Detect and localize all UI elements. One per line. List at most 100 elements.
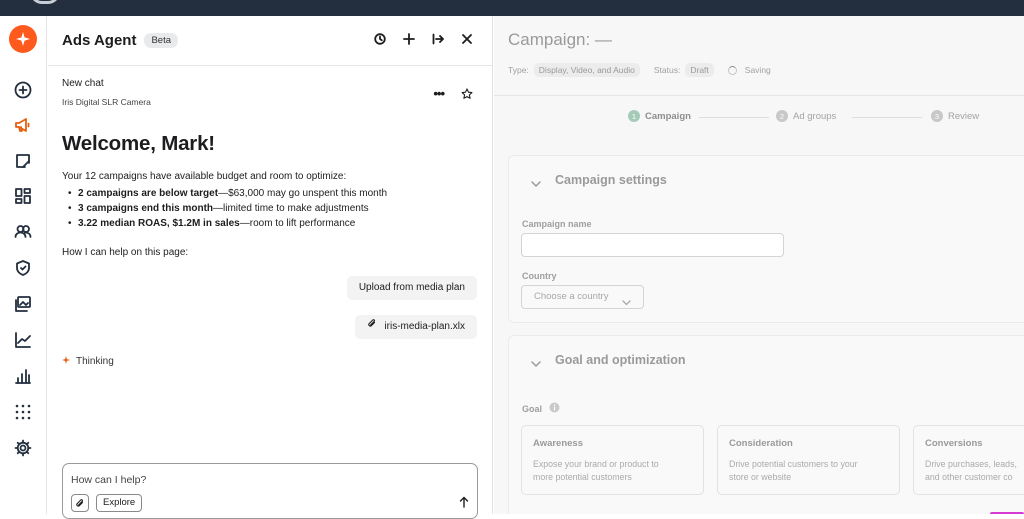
step-connector xyxy=(699,117,769,118)
ads-logo-icon[interactable] xyxy=(9,25,37,53)
goal-option-desc: and other customer co xyxy=(925,472,1013,482)
settings-icon[interactable] xyxy=(11,436,35,460)
chat-title: Ads Agent xyxy=(62,32,137,49)
edit-icon[interactable] xyxy=(11,149,35,173)
step-number: 2 xyxy=(776,110,788,122)
welcome-heading: Welcome, Mark! xyxy=(62,132,215,155)
chevron-down-icon[interactable] xyxy=(531,355,541,373)
close-icon[interactable] xyxy=(460,32,474,46)
attachment-filename: iris-media-plan.xlx xyxy=(384,321,465,332)
campaign-settings-card: Campaign settings Campaign name Country … xyxy=(508,155,1024,323)
country-label: Country xyxy=(522,271,557,281)
goal-option-title: Consideration xyxy=(729,438,793,449)
goal-label: Goal xyxy=(522,404,543,414)
status-label: Status: xyxy=(653,65,681,75)
insight-bold: 2 campaigns are below target xyxy=(78,188,219,199)
sparkle-icon xyxy=(62,356,70,367)
goal-option-desc: Expose your brand or product to xyxy=(533,459,659,469)
campaign-name-label: Campaign name xyxy=(522,219,592,229)
audiences-icon[interactable] xyxy=(11,219,35,243)
goal-option-awareness[interactable]: Awareness Expose your brand or product t… xyxy=(521,425,704,495)
insight-list: 2 campaigns are below target—$63,000 may… xyxy=(66,186,387,231)
apps-icon[interactable] xyxy=(11,400,35,424)
goal-option-consideration[interactable]: Consideration Drive potential customers … xyxy=(717,425,900,495)
goal-option-desc: more potential customers xyxy=(533,472,632,482)
star-icon[interactable] xyxy=(461,87,473,105)
list-item: 3 campaigns end this month—limited time … xyxy=(66,201,387,216)
campaign-editor: Campaign: — Type: Display, Video, and Au… xyxy=(494,16,1024,514)
step-number: 1 xyxy=(628,110,640,122)
saving-label: Saving xyxy=(744,65,771,75)
shield-icon[interactable] xyxy=(11,256,35,280)
type-label: Type: xyxy=(508,65,529,75)
expand-icon[interactable] xyxy=(431,32,445,46)
step-label: Review xyxy=(948,110,980,122)
step-connector xyxy=(852,117,922,118)
list-item: 3.22 median ROAS, $1.2M in sales—room to… xyxy=(66,216,387,231)
type-badge: Display, Video, and Audio xyxy=(533,63,640,77)
insight-bold: 3 campaigns end this month xyxy=(78,203,214,214)
spinner-icon xyxy=(727,65,737,75)
ads-agent-panel: Ads Agent Beta New chat Iris Digital SLR… xyxy=(48,16,493,519)
goal-option-desc: Drive purchases, leads, xyxy=(925,459,1017,469)
goal-label-row: Goal xyxy=(522,400,560,418)
campaigns-icon[interactable] xyxy=(11,113,35,137)
step-ad-groups[interactable]: 2 Ad groups xyxy=(776,110,836,122)
dashboard-icon[interactable] xyxy=(11,184,35,208)
thread-title: New chat xyxy=(62,78,104,89)
chevron-down-icon[interactable] xyxy=(531,175,541,193)
insight-bold: 3.22 median ROAS, $1.2M in sales xyxy=(78,218,240,229)
intro-text: Your 12 campaigns have available budget … xyxy=(62,171,347,182)
insight-text: —limited time to make adjustments xyxy=(213,203,369,214)
status-badge: Draft xyxy=(685,63,714,77)
history-icon[interactable] xyxy=(373,32,387,46)
goal-option-title: Conversions xyxy=(925,438,983,449)
goal-option-desc: store or website xyxy=(729,472,792,482)
info-icon[interactable] xyxy=(549,400,560,418)
country-select[interactable]: Choose a country xyxy=(521,285,644,309)
thinking-label: Thinking xyxy=(76,356,114,367)
left-nav-rail xyxy=(0,16,47,514)
trend-icon[interactable] xyxy=(11,328,35,352)
profile-ring xyxy=(30,0,60,4)
step-label: Campaign xyxy=(645,110,691,122)
more-options-icon[interactable]: ••• xyxy=(433,86,445,101)
help-prompt: How I can help on this page: xyxy=(62,247,189,258)
paperclip-icon xyxy=(76,498,84,507)
list-item: 2 campaigns are below target—$63,000 may… xyxy=(66,186,387,201)
beta-badge: Beta xyxy=(144,33,178,48)
goal-option-title: Awareness xyxy=(533,438,583,449)
header-divider xyxy=(494,95,1024,96)
country-select-value: Choose a country xyxy=(534,291,609,302)
step-label: Ad groups xyxy=(793,110,837,122)
plus-icon[interactable] xyxy=(402,32,416,46)
goal-option-desc: Drive potential customers to your xyxy=(729,459,858,469)
chat-composer[interactable]: How can I help? Explore xyxy=(62,463,478,519)
composer-input[interactable]: How can I help? xyxy=(71,474,146,486)
campaign-name-input[interactable] xyxy=(521,233,784,257)
section-title[interactable]: Campaign settings xyxy=(555,173,667,187)
attachment-chip[interactable]: iris-media-plan.xlx xyxy=(355,315,477,339)
paperclip-icon xyxy=(367,315,377,339)
insight-text: —room to lift performance xyxy=(239,218,356,229)
create-icon[interactable] xyxy=(11,78,35,102)
user-message-text: Upload from media plan xyxy=(358,282,465,293)
send-arrow-icon[interactable] xyxy=(459,495,469,513)
goal-option-conversions[interactable]: Conversions Drive purchases, leads, and … xyxy=(913,425,1024,495)
chat-header: Ads Agent Beta xyxy=(48,16,492,66)
page-title: Campaign: — xyxy=(508,30,612,49)
step-number: 3 xyxy=(931,110,943,122)
browser-top-bar xyxy=(0,0,1024,16)
section-title[interactable]: Goal and optimization xyxy=(555,353,686,367)
step-review[interactable]: 3 Review xyxy=(931,110,979,122)
user-message-bubble: Upload from media plan xyxy=(346,276,477,300)
thinking-status: Thinking xyxy=(62,356,114,367)
creative-icon[interactable] xyxy=(11,292,35,316)
step-campaign[interactable]: 1 Campaign xyxy=(628,110,691,122)
reports-icon[interactable] xyxy=(11,364,35,388)
explore-button[interactable]: Explore xyxy=(96,494,143,512)
attach-button[interactable] xyxy=(71,494,89,512)
chevron-down-icon xyxy=(622,293,631,315)
campaign-meta: Type: Display, Video, and Audio Status: … xyxy=(508,63,771,77)
insight-text: —$63,000 may go unspent this month xyxy=(218,188,388,199)
